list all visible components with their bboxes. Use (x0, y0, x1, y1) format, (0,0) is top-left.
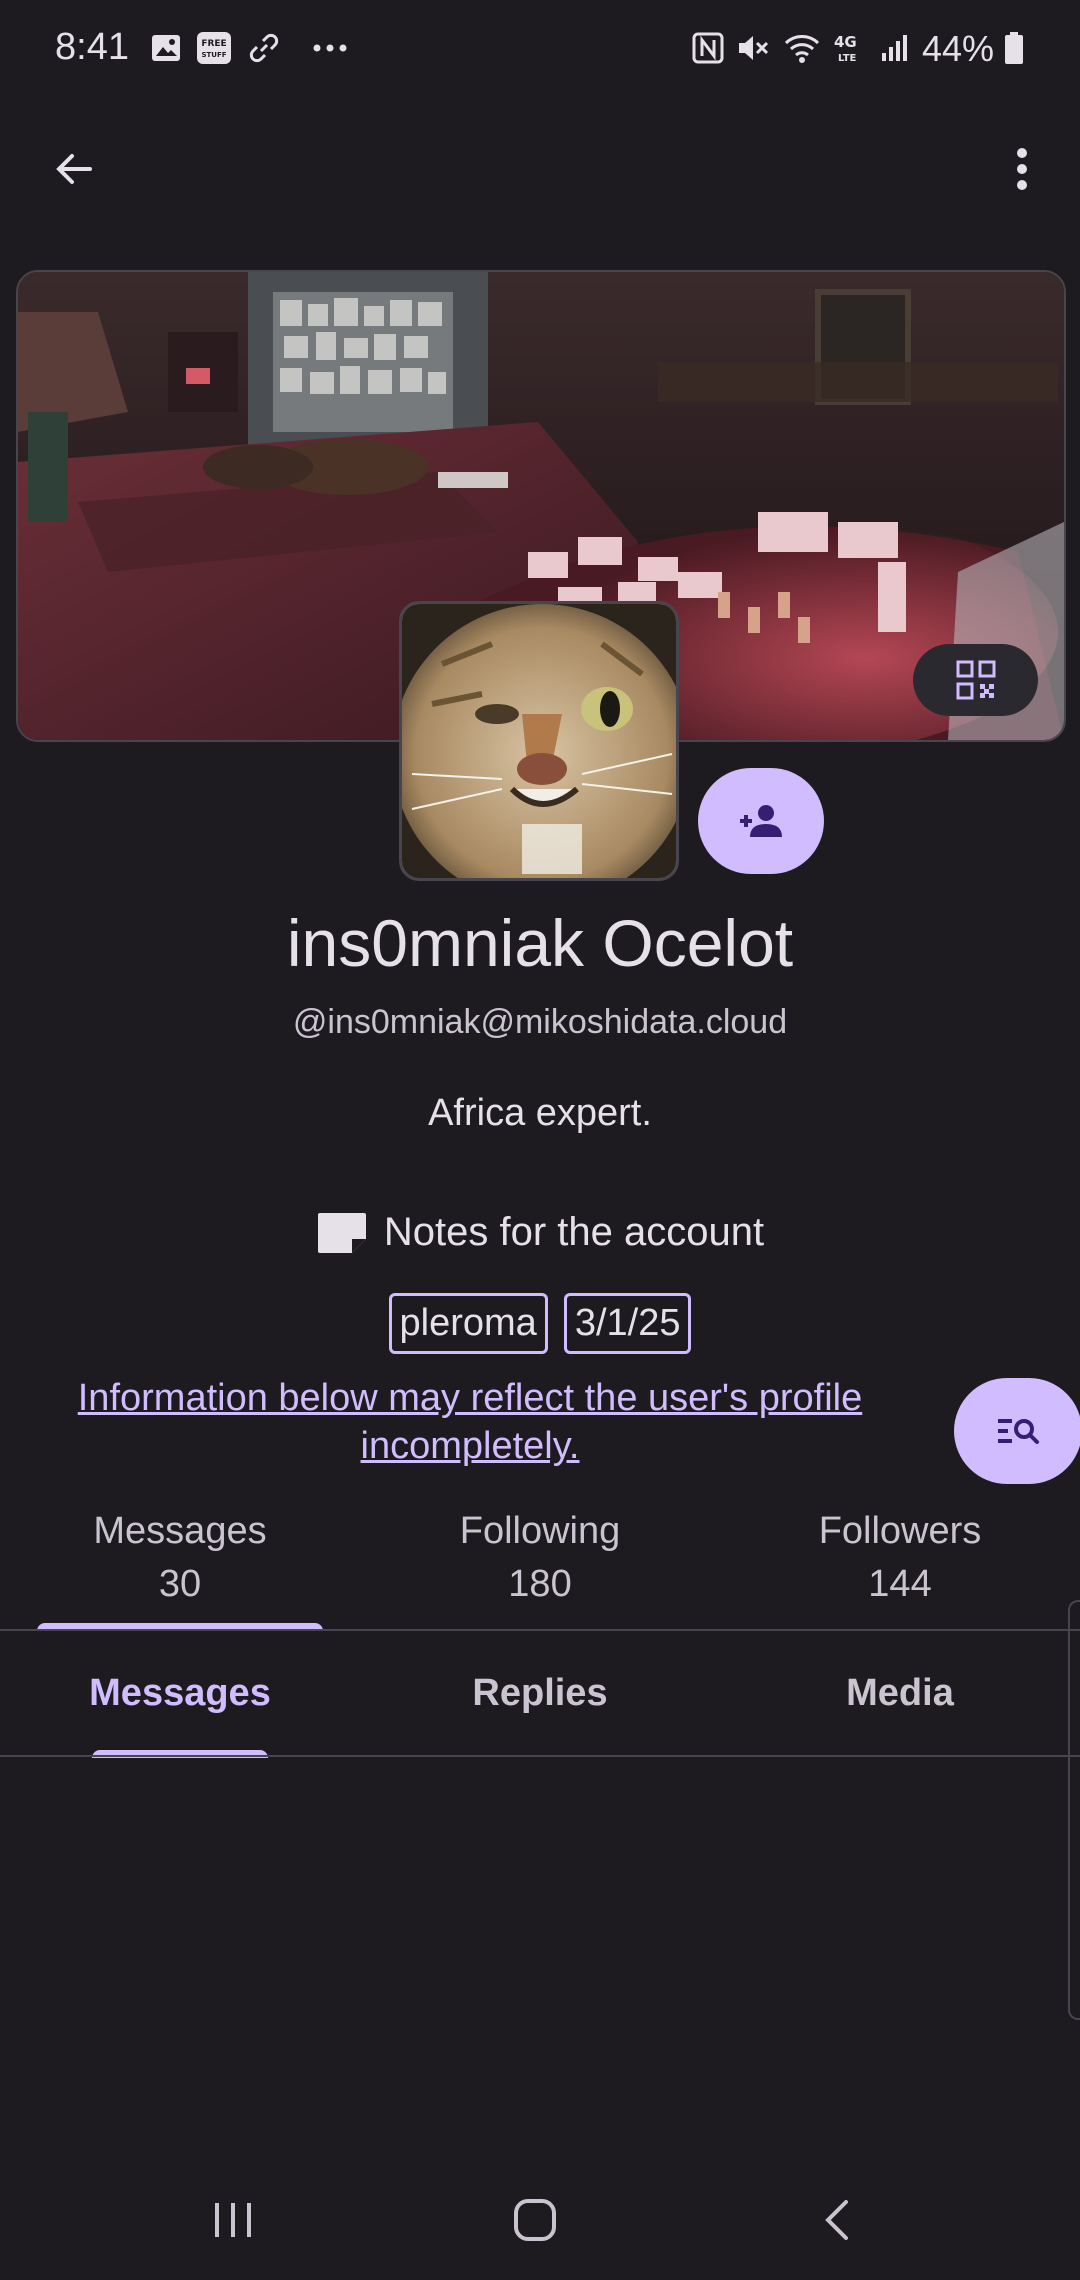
stat-value: 144 (868, 1563, 932, 1605)
account-handle[interactable]: @ins0mniak@mikoshidata.cloud (0, 1003, 1080, 1042)
recent-apps-icon (215, 2203, 251, 2237)
profile-bio: Africa expert. (428, 1092, 652, 1134)
stat-following[interactable]: Following 180 (360, 1510, 720, 1630)
tag-software: pleroma (388, 1293, 548, 1354)
mute-icon (735, 30, 771, 66)
stat-label: Followers (818, 1510, 982, 1552)
person-add-icon (740, 805, 782, 837)
nav-back-button[interactable] (792, 2180, 882, 2260)
stat-label: Messages (93, 1510, 267, 1552)
avatar[interactable] (399, 601, 679, 881)
stat-messages[interactable]: Messages 30 (0, 1510, 360, 1630)
svg-text:STUFF: STUFF (201, 51, 226, 59)
search-list-icon (998, 1419, 1039, 1444)
cat-avatar-image (402, 604, 676, 878)
tabs-divider (0, 1755, 1080, 1757)
svg-text:FREE: FREE (201, 39, 226, 49)
stat-value: 30 (158, 1563, 202, 1605)
svg-text:4G: 4G (834, 33, 857, 51)
qr-code-icon (956, 660, 995, 700)
status-bar: 8:41 FREE STUFF 4G LTE 44% (0, 0, 1080, 100)
signal-icon (878, 30, 914, 66)
4g-lte-icon: 4G LTE (828, 30, 868, 66)
edge-panel-handle[interactable] (1068, 1600, 1080, 2020)
more-vert-icon (1017, 148, 1027, 190)
stats-divider (0, 1629, 1080, 1631)
free-stuff-icon: FREE STUFF (196, 30, 232, 66)
nfc-icon (690, 30, 726, 66)
profile-stats: Messages 30 Following 180 Followers 144 (0, 1510, 1080, 1630)
stat-label: Following (459, 1510, 621, 1552)
tab-messages[interactable]: Messages (0, 1632, 360, 1754)
tab-replies[interactable]: Replies (360, 1632, 720, 1754)
stat-value: 180 (508, 1563, 572, 1605)
content-tabs: Messages Replies Media (0, 1632, 1080, 1754)
display-name: ins0mniak Ocelot (286, 906, 794, 980)
stat-followers[interactable]: Followers 144 (720, 1510, 1080, 1630)
link-icon (246, 30, 282, 66)
tag-join-date: 3/1/25 (563, 1293, 692, 1354)
tab-media[interactable]: Media (720, 1632, 1080, 1754)
chevron-left-icon (825, 2200, 848, 2240)
incomplete-profile-link[interactable]: Information below may reflect the user's… (30, 1374, 910, 1470)
search-messages-fab[interactable] (954, 1378, 1080, 1484)
note-icon (317, 1212, 366, 1253)
follow-button[interactable] (698, 768, 824, 874)
home-button[interactable] (490, 2180, 580, 2260)
more-dots-icon (310, 30, 350, 66)
back-button[interactable] (38, 133, 110, 205)
notes-label: Notes for the account (383, 1210, 765, 1254)
battery-icon (1000, 30, 1028, 66)
home-icon (514, 2199, 556, 2241)
account-notes-button[interactable]: Notes for the account (0, 1210, 1080, 1255)
qr-code-button[interactable] (913, 644, 1038, 716)
top-app-bar (0, 120, 1080, 220)
recent-apps-button[interactable] (188, 2180, 278, 2260)
arrow-back-icon (56, 154, 92, 184)
svg-text:LTE: LTE (838, 53, 857, 64)
profile-tags: pleroma 3/1/25 (0, 1293, 1080, 1354)
overflow-menu-button[interactable] (986, 133, 1058, 205)
wifi-icon (782, 30, 822, 66)
image-icon (148, 30, 184, 66)
status-time: 8:41 (55, 26, 129, 68)
battery-percent: 44% (922, 28, 995, 69)
